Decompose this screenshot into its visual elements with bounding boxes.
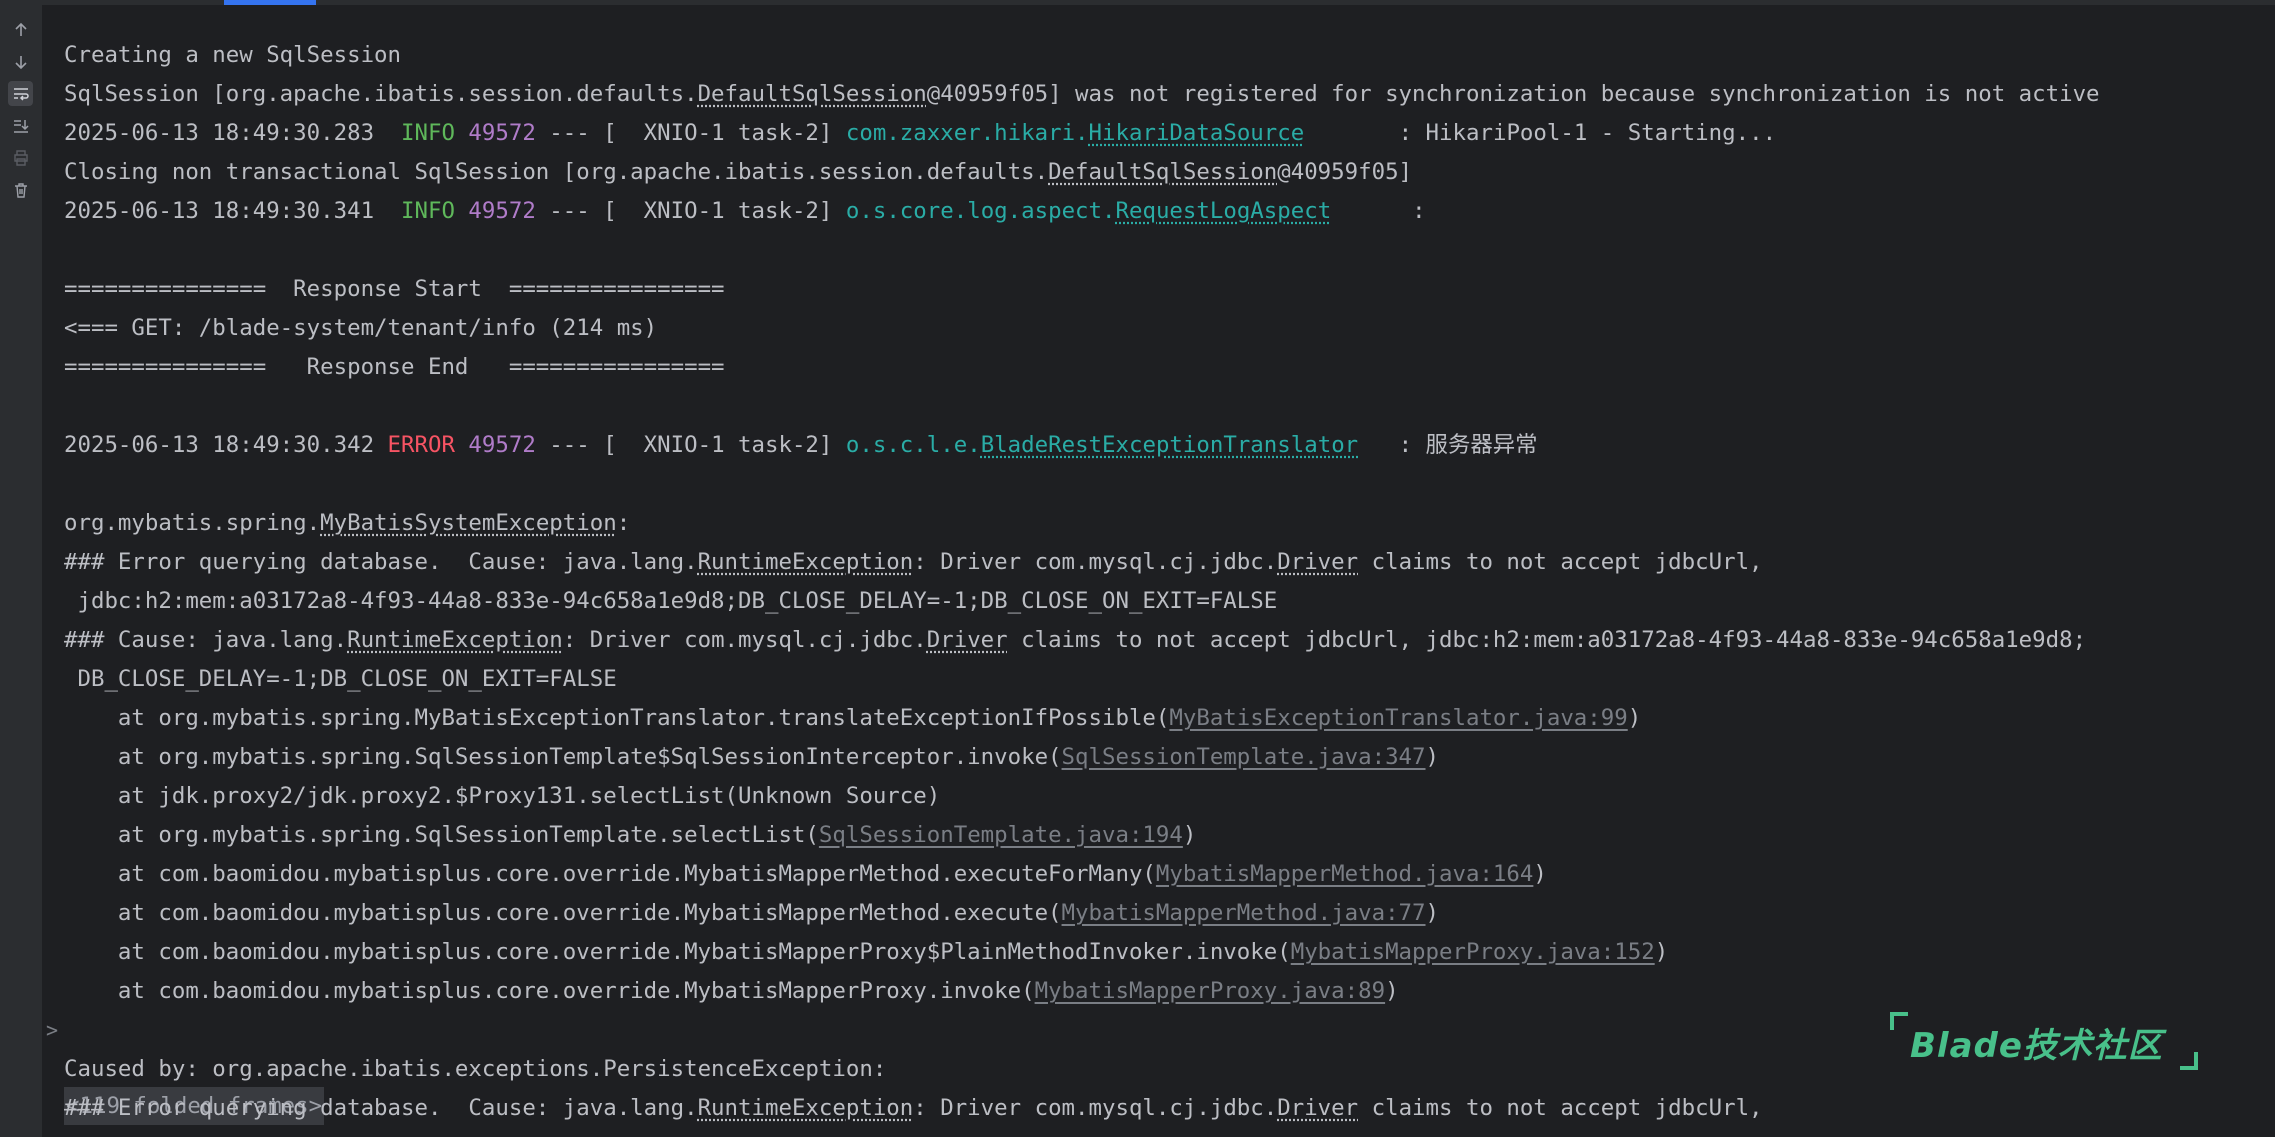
log-line: 2025-06-13 18:49:30.283 INFO 49572 --- [… [64, 120, 1777, 146]
logger-link[interactable]: HikariDataSource [1089, 120, 1305, 146]
logger-link[interactable]: RequestLogAspect [1116, 198, 1332, 224]
print-icon[interactable] [8, 145, 33, 170]
log-line: org.mybatis.spring.MyBatisSystemExceptio… [64, 510, 631, 536]
source-link[interactable]: MyBatisExceptionTranslator.java:99 [1169, 705, 1627, 731]
log-line: Closing non transactional SqlSession [or… [64, 159, 1413, 185]
scroll-to-end-icon[interactable] [8, 113, 33, 138]
source-link[interactable]: MybatisMapperMethod.java:164 [1156, 861, 1533, 887]
source-link[interactable]: MybatisMapperMethod.java:77 [1062, 900, 1426, 926]
log-line: 2025-06-13 18:49:30.341 INFO 49572 --- [… [64, 198, 1426, 224]
log-level: INFO [401, 198, 455, 224]
process-id: 49572 [468, 120, 536, 146]
logger-link[interactable]: BladeRestExceptionTranslator [981, 432, 1358, 458]
console-toolbar [0, 5, 43, 1137]
log-level: ERROR [387, 432, 455, 458]
class-link[interactable]: MyBatisSystemException [320, 510, 617, 536]
arrow-up-icon[interactable] [8, 17, 33, 42]
log-line: =============== Response Start =========… [64, 276, 725, 302]
log-line: ### Cause: java.lang.RuntimeException: D… [64, 627, 2087, 653]
source-link[interactable]: MybatisMapperProxy.java:152 [1291, 939, 1655, 965]
log-line: ### Error querying database. Cause: java… [64, 1095, 1763, 1121]
watermark-logo: Blade技术社区 [1890, 1012, 2198, 1072]
class-link[interactable]: Driver [1277, 1095, 1358, 1121]
watermark-bracket-right [2180, 1052, 2198, 1070]
stack-frame: at com.baomidou.mybatisplus.core.overrid… [64, 900, 1439, 926]
soft-wrap-icon[interactable] [8, 81, 33, 106]
log-line: Caused by: org.apache.ibatis.exceptions.… [64, 1056, 887, 1082]
source-link[interactable]: SqlSessionTemplate.java:194 [819, 822, 1183, 848]
log-line: DB_CLOSE_DELAY=-1;DB_CLOSE_ON_EXIT=FALSE [64, 666, 617, 692]
class-link[interactable]: Driver [927, 627, 1008, 653]
log-line: jdbc:h2:mem:a03172a8-4f93-44a8-833e-94c6… [64, 1128, 1277, 1137]
log-level: INFO [401, 120, 455, 146]
chevron-right-icon[interactable]: > [46, 1011, 58, 1049]
stack-frame: at com.baomidou.mybatisplus.core.overrid… [64, 861, 1547, 887]
process-id: 49572 [468, 198, 536, 224]
stack-frame: at jdk.proxy2/jdk.proxy2.$Proxy131.selec… [64, 783, 941, 809]
source-link[interactable]: MybatisMapperProxy.java:89 [1035, 978, 1386, 1004]
stack-frame: at org.mybatis.spring.SqlSessionTemplate… [64, 744, 1439, 770]
class-link[interactable]: RuntimeException [347, 627, 563, 653]
log-line: Creating a new SqlSession [64, 42, 402, 68]
arrow-down-icon[interactable] [8, 49, 33, 74]
trash-icon[interactable] [8, 177, 33, 202]
class-link[interactable]: Driver [1277, 549, 1358, 575]
log-line: SqlSession [org.apache.ibatis.session.de… [64, 81, 2100, 107]
source-link[interactable]: SqlSessionTemplate.java:347 [1062, 744, 1426, 770]
log-line: ### Error querying database. Cause: java… [64, 549, 1763, 575]
stack-frame: at com.baomidou.mybatisplus.core.overrid… [64, 978, 1399, 1004]
class-link[interactable]: RuntimeException [698, 549, 914, 575]
stack-frame: at org.mybatis.spring.SqlSessionTemplate… [64, 822, 1197, 848]
log-line: =============== Response End ===========… [64, 354, 725, 380]
class-link[interactable]: DefaultSqlSession [698, 81, 927, 107]
process-id: 49572 [468, 432, 536, 458]
class-link[interactable]: DefaultSqlSession [1048, 159, 1277, 185]
watermark-bracket-left [1890, 1012, 1908, 1030]
log-line: <=== GET: /blade-system/tenant/info (214… [64, 315, 658, 341]
stack-frame: at com.baomidou.mybatisplus.core.overrid… [64, 939, 1669, 965]
log-line: 2025-06-13 18:49:30.342 ERROR 49572 --- … [64, 432, 1538, 458]
watermark-text: Blade技术社区 [1910, 1026, 2163, 1066]
console-output[interactable]: Creating a new SqlSession SqlSession [or… [42, 5, 2275, 1137]
stack-frame: at org.mybatis.spring.MyBatisExceptionTr… [64, 705, 1642, 731]
log-line: jdbc:h2:mem:a03172a8-4f93-44a8-833e-94c6… [64, 588, 1278, 614]
class-link[interactable]: RuntimeException [698, 1095, 914, 1121]
